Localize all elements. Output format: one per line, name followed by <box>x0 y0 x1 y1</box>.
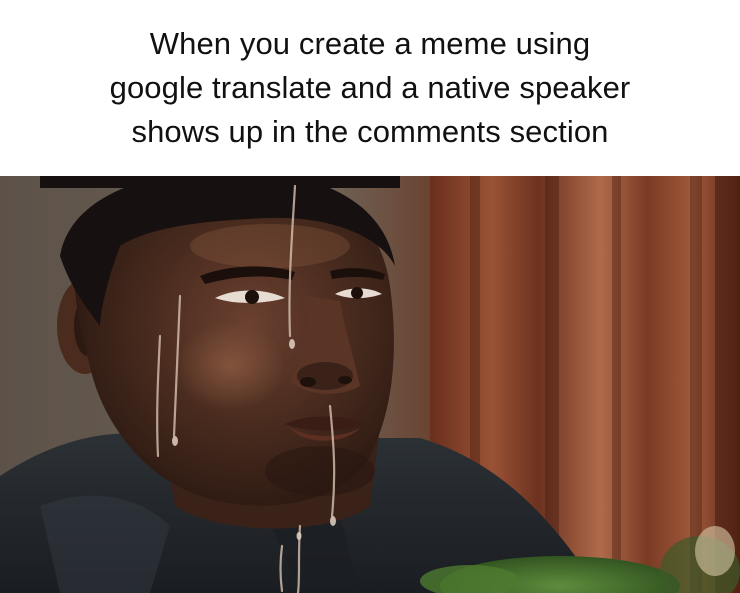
meme-photo <box>0 176 740 593</box>
caption-line-2: google translate and a native speaker <box>109 70 631 105</box>
caption-line-3: shows up in the comments section <box>131 114 609 149</box>
caption-line-1: When you create a meme using <box>149 26 591 61</box>
meme-caption: When you create a meme using google tran… <box>0 0 740 176</box>
meme-image: When you create a meme using google tran… <box>0 0 740 593</box>
